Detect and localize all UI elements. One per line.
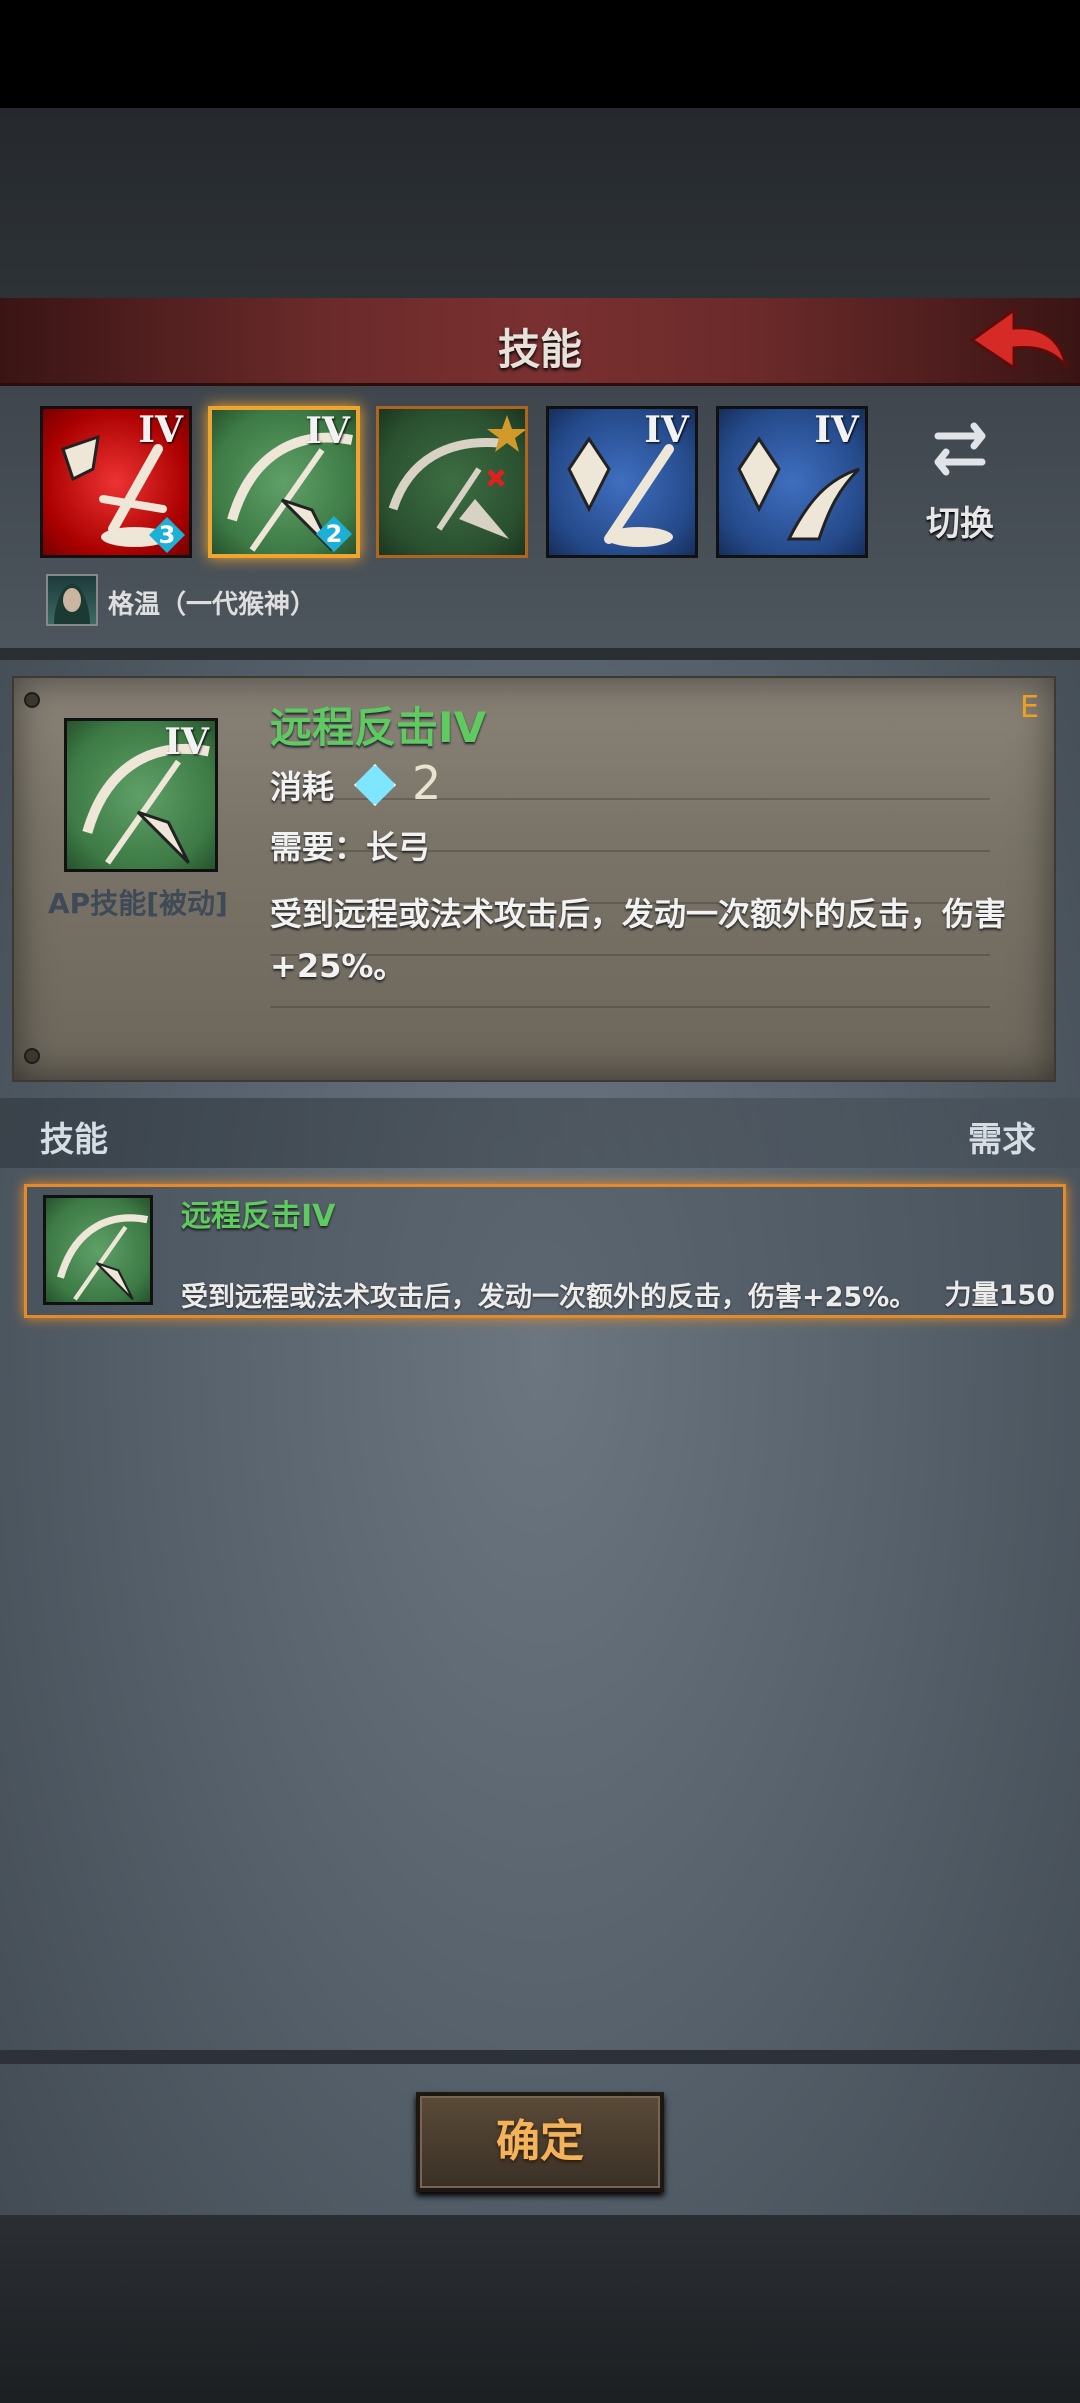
detail-icon-level: IV bbox=[164, 721, 209, 763]
list-item[interactable]: 远程反击IV 受到远程或法术攻击后，发动一次额外的反击，伤害+25%。 力量15… bbox=[24, 1184, 1066, 1318]
back-arrow-icon bbox=[969, 307, 1069, 372]
divider bbox=[0, 648, 1080, 660]
slot-1-level: IV bbox=[138, 409, 183, 451]
back-button[interactable] bbox=[968, 302, 1072, 378]
locked-skill-icon bbox=[388, 415, 525, 539]
row-requirement: 力量150 bbox=[944, 1280, 1055, 1311]
row-skill-name: 远程反击IV bbox=[181, 1199, 336, 1234]
column-skill: 技能 bbox=[40, 1120, 108, 1160]
skill-name: 远程反击IV bbox=[270, 703, 487, 752]
ruled-line bbox=[270, 1006, 990, 1008]
switch-button[interactable]: 切换 bbox=[910, 416, 1010, 546]
swap-arrows-icon bbox=[934, 422, 986, 476]
skill-type-label: AP技能[被动] bbox=[48, 887, 228, 920]
status-bar bbox=[0, 0, 1080, 108]
detail-skill-icon: IV bbox=[64, 718, 218, 872]
avatar bbox=[46, 574, 98, 626]
x-icon bbox=[487, 469, 505, 487]
skill-tray: IV 3 IV 2 IV IV 切换 格温（一代猴神） bbox=[0, 386, 1080, 648]
panel-header: 技能 bbox=[0, 298, 1080, 386]
confirm-button[interactable]: 确定 bbox=[416, 2092, 664, 2192]
skill-slot-2[interactable]: IV 2 bbox=[208, 406, 360, 558]
slot-5-level: IV bbox=[814, 409, 859, 451]
backdrop-bottom bbox=[0, 2215, 1080, 2403]
skill-slot-1[interactable]: IV 3 bbox=[40, 406, 192, 558]
slot-4-level: IV bbox=[644, 409, 689, 451]
skill-description: 受到远程或法术攻击后，发动一次额外的反击，伤害+25%。 bbox=[270, 895, 1007, 985]
confirm-label: 确定 bbox=[496, 2116, 584, 2167]
column-requirement: 需求 bbox=[968, 1120, 1036, 1160]
character-portrait-icon bbox=[54, 584, 90, 624]
list-header: 技能 需求 bbox=[0, 1098, 1080, 1168]
switch-label: 切换 bbox=[926, 504, 994, 544]
row-skill-icon bbox=[43, 1195, 153, 1305]
character-name: 格温（一代猴神） bbox=[108, 590, 317, 620]
requirement-text: 需要：长弓 bbox=[270, 828, 431, 866]
footer-divider bbox=[0, 2050, 1080, 2064]
longbow-skill-icon bbox=[56, 1214, 149, 1301]
skill-panel: 技能 IV 3 IV 2 IV IV 切换 格温（一代猴神） E IV AP技能… bbox=[0, 298, 1080, 2215]
skill-slot-4[interactable]: IV bbox=[546, 406, 698, 558]
cost-label: 消耗 bbox=[270, 768, 335, 806]
cost-value: 2 bbox=[412, 756, 442, 810]
skill-slot-5[interactable]: IV bbox=[716, 406, 868, 558]
rivet-icon bbox=[24, 692, 40, 708]
backdrop-top bbox=[0, 108, 1080, 298]
slot-2-level: IV bbox=[305, 410, 350, 452]
skill-detail-card: E IV AP技能[被动] 远程反击IV 消耗 2 需要：长弓 受到远程或法术攻… bbox=[12, 676, 1056, 1082]
panel-title: 技能 bbox=[497, 325, 582, 374]
grade-letter: E bbox=[1020, 690, 1039, 725]
row-skill-description: 受到远程或法术攻击后，发动一次额外的反击，伤害+25%。 bbox=[181, 1282, 917, 1313]
skill-slot-3[interactable] bbox=[376, 406, 528, 558]
rivet-icon bbox=[24, 1048, 40, 1064]
